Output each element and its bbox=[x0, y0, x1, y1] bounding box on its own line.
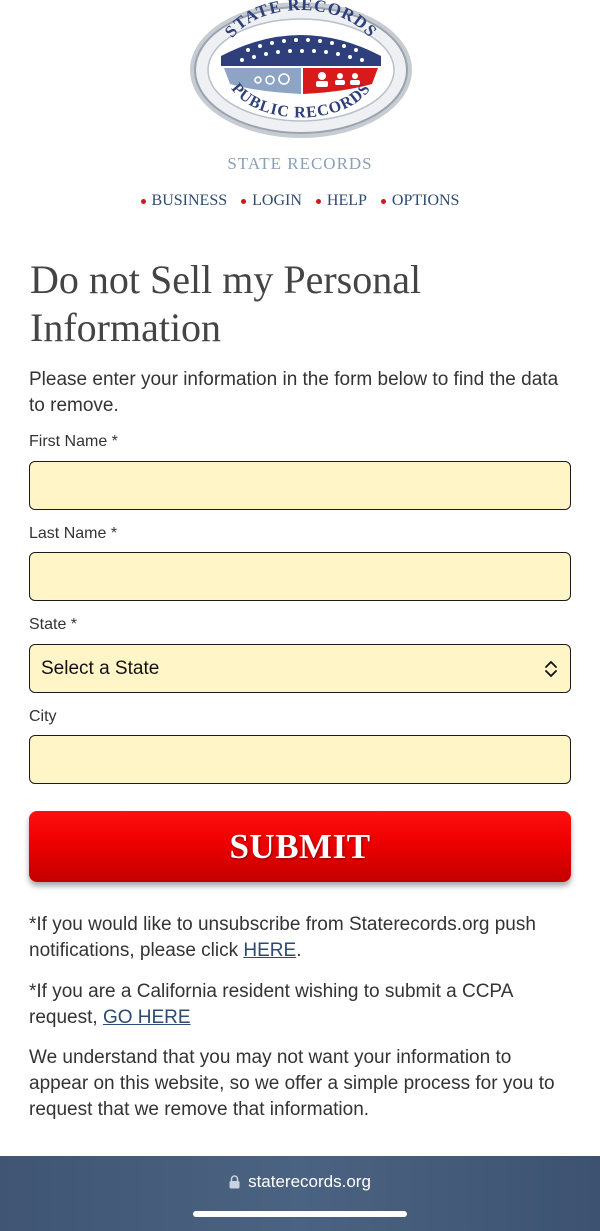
page-title: Do not Sell my Personal Information bbox=[30, 257, 422, 350]
url-field[interactable]: staterecords.org bbox=[0, 1172, 600, 1192]
nav-item-login[interactable]: LOGIN bbox=[241, 192, 302, 210]
nav-item-label: HELP bbox=[326, 192, 367, 209]
last-name-field[interactable] bbox=[29, 552, 571, 601]
submit-button[interactable]: SUBMIT bbox=[29, 811, 571, 882]
home-indicator[interactable] bbox=[193, 1211, 407, 1217]
nav-item-label: BUSINESS bbox=[151, 192, 228, 209]
unsubscribe-note: *If you would like to unsubscribe from S… bbox=[29, 912, 574, 964]
intro-text: Please enter your information in the for… bbox=[29, 369, 559, 416]
nav-item-label: LOGIN bbox=[252, 192, 302, 209]
first-name-label: First Name * bbox=[29, 433, 118, 450]
last-name-input[interactable] bbox=[30, 553, 570, 600]
state-label: State * bbox=[29, 616, 78, 633]
top-nav: BUSINESS LOGIN HELP OPTIONS bbox=[0, 192, 600, 210]
first-name-input[interactable] bbox=[30, 462, 570, 509]
bullet-icon bbox=[380, 198, 386, 204]
nav-item-label: OPTIONS bbox=[391, 192, 460, 209]
state-records-logo[interactable]: STATE RECORDS PUBLIC RECORDS bbox=[188, 0, 414, 142]
chevron-up-down-icon bbox=[545, 660, 557, 677]
city-input[interactable] bbox=[30, 736, 570, 783]
last-name-label: Last Name * bbox=[29, 525, 118, 542]
nav-item-help[interactable]: HELP bbox=[315, 192, 367, 210]
bullet-icon bbox=[140, 198, 146, 204]
explanation-text: We understand that you may not want your… bbox=[29, 1047, 555, 1120]
ccpa-note-text: *If you are a California resident wishin… bbox=[29, 981, 513, 1028]
url-text: staterecords.org bbox=[248, 1172, 371, 1191]
lock-icon bbox=[229, 1175, 240, 1189]
browser-address-bar: staterecords.org bbox=[0, 1156, 600, 1231]
ccpa-go-here-link[interactable]: GO HERE bbox=[103, 1007, 191, 1028]
nav-item-business[interactable]: BUSINESS bbox=[140, 192, 228, 210]
unsubscribe-here-link[interactable]: HERE bbox=[243, 940, 296, 961]
city-field[interactable] bbox=[29, 735, 571, 784]
state-select[interactable]: Select a State bbox=[29, 644, 571, 693]
ccpa-note: *If you are a California resident wishin… bbox=[29, 979, 574, 1031]
first-name-field[interactable] bbox=[29, 461, 571, 510]
bullet-icon bbox=[315, 198, 321, 204]
submit-button-label: SUBMIT bbox=[229, 826, 371, 866]
brand-name: STATE RECORDS bbox=[227, 154, 373, 173]
state-select-value: Select a State bbox=[41, 657, 160, 679]
bullet-icon bbox=[241, 198, 247, 204]
nav-item-options[interactable]: OPTIONS bbox=[380, 192, 460, 210]
unsubscribe-note-end: . bbox=[296, 940, 302, 961]
city-label: City bbox=[29, 708, 57, 725]
